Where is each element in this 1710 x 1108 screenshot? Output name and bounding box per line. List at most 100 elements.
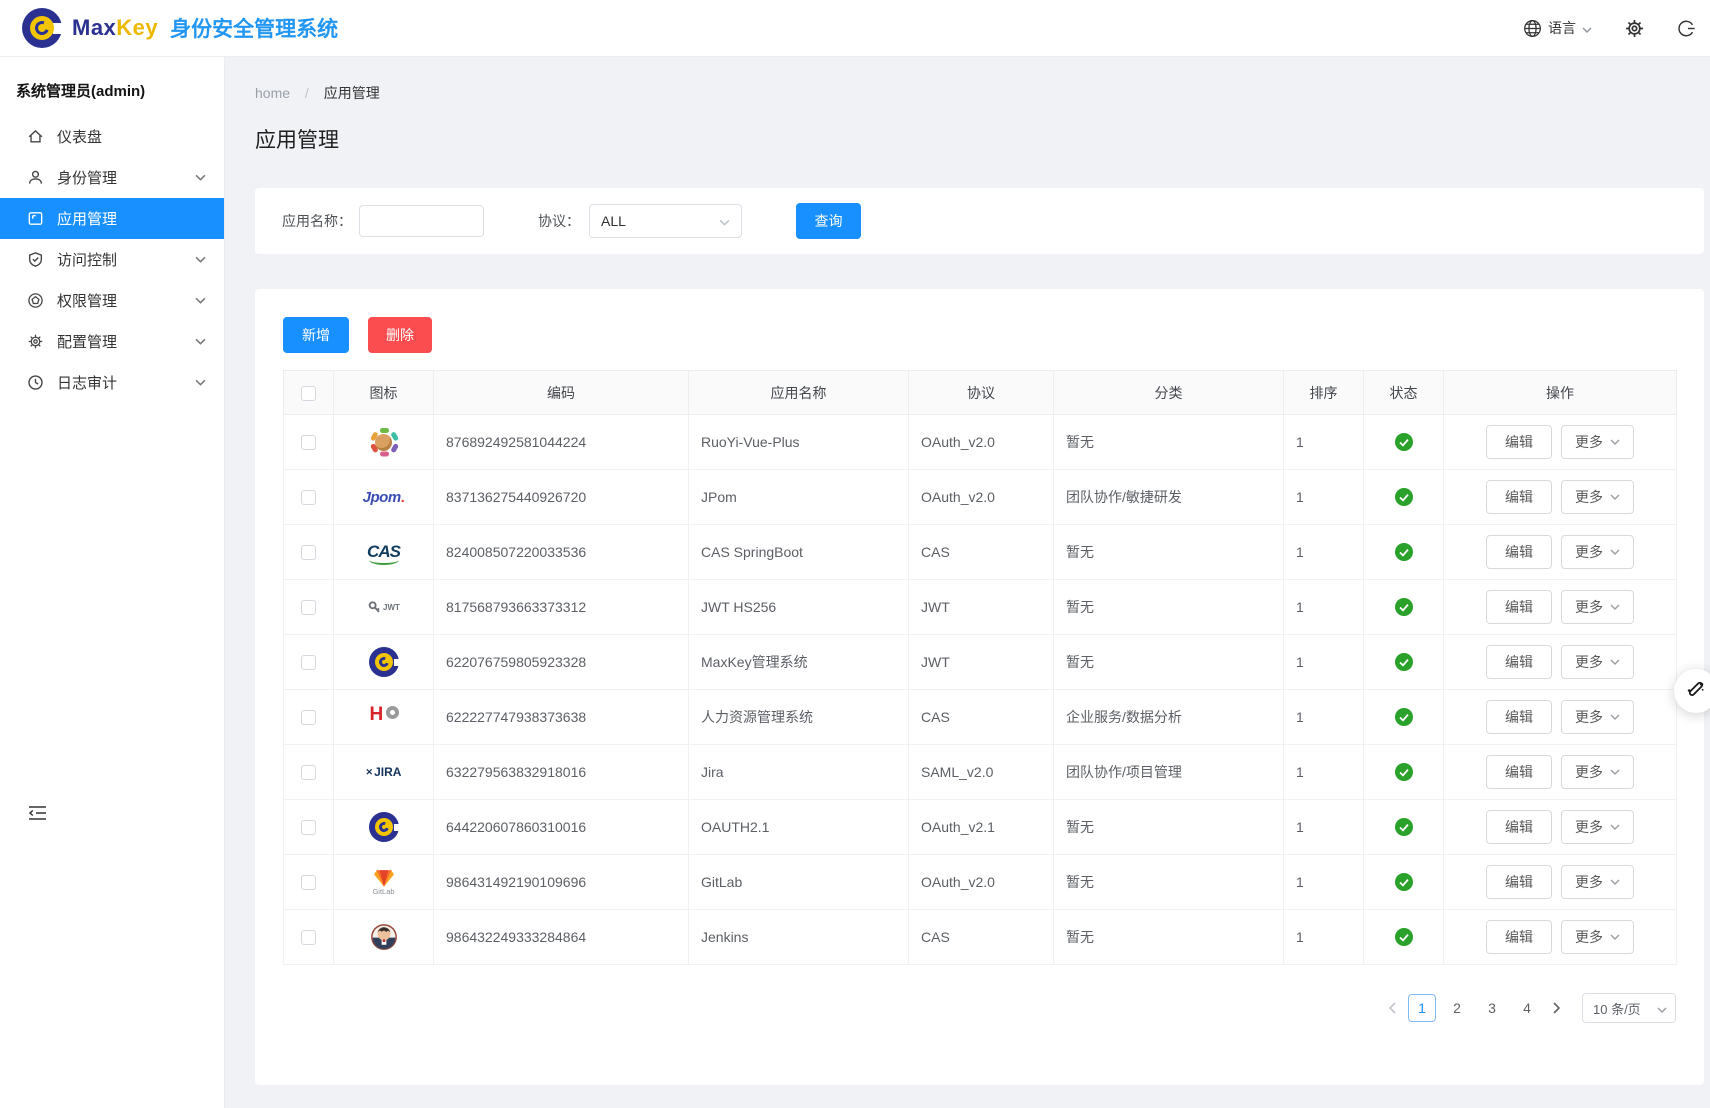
page-number-button[interactable]: 1 (1408, 994, 1436, 1022)
protocol-label: 协议： (538, 211, 580, 231)
row-checkbox[interactable] (301, 600, 316, 615)
next-page-button[interactable] (1548, 1002, 1566, 1014)
row-checkbox[interactable] (301, 655, 316, 670)
prev-page-button[interactable] (1383, 1002, 1401, 1014)
language-label: 语言 (1548, 18, 1576, 38)
app-sort: 1 (1296, 599, 1304, 615)
page-size-select[interactable]: 10 条/页 (1582, 993, 1676, 1023)
more-button[interactable]: 更多 (1561, 645, 1634, 679)
sidebar-item-config[interactable]: 配置管理 (0, 321, 224, 362)
sidebar-item-dashboard[interactable]: 仪表盘 (0, 116, 224, 157)
edit-button[interactable]: 编辑 (1486, 425, 1552, 459)
sidebar-item-permissions[interactable]: 权限管理 (0, 280, 224, 321)
page-number-button[interactable]: 3 (1478, 994, 1506, 1022)
column-header: 协议 (909, 371, 1054, 415)
row-checkbox[interactable] (301, 545, 316, 560)
brand-text-max: Max (72, 15, 116, 41)
main-content: home / 应用管理 应用管理 应用名称： 协议： ALL 查询 新增 删除 … (225, 57, 1710, 1108)
column-header: 排序 (1284, 371, 1364, 415)
sidebar: 系统管理员(admin) 仪表盘身份管理应用管理访问控制权限管理配置管理日志审计 (0, 57, 225, 1108)
table-row: 644220607860310016OAUTH2.1OAuth_v2.1暂无1编… (284, 800, 1677, 855)
delete-button[interactable]: 删除 (368, 317, 432, 353)
more-button[interactable]: 更多 (1561, 425, 1634, 459)
filter-card: 应用名称： 协议： ALL 查询 (255, 188, 1704, 254)
page-number-button[interactable]: 4 (1513, 994, 1541, 1022)
jira-app-icon: ✕JIRA (366, 754, 402, 790)
page-number-button[interactable]: 2 (1443, 994, 1471, 1022)
sidebar-item-label: 权限管理 (57, 290, 195, 311)
sidebar-item-label: 访问控制 (57, 249, 195, 270)
maxkey-logo-icon (22, 8, 62, 48)
edit-button[interactable]: 编辑 (1486, 810, 1552, 844)
add-button[interactable]: 新增 (283, 317, 349, 353)
edit-button[interactable]: 编辑 (1486, 920, 1552, 954)
column-header: 操作 (1444, 371, 1677, 415)
app-category: 企业服务/数据分析 (1066, 709, 1182, 725)
app-protocol: OAuth_v2.1 (921, 819, 995, 835)
edit-button[interactable]: 编辑 (1486, 480, 1552, 514)
row-checkbox[interactable] (301, 710, 316, 725)
app-category: 暂无 (1066, 874, 1094, 890)
history-clock-icon (27, 374, 44, 391)
app-name: Jira (701, 764, 724, 780)
row-checkbox[interactable] (301, 765, 316, 780)
sidebar-item-audit[interactable]: 日志审计 (0, 362, 224, 403)
column-header: 分类 (1054, 371, 1284, 415)
more-button[interactable]: 更多 (1561, 755, 1634, 789)
chevron-down-icon (1582, 20, 1592, 36)
table-row: 876892492581044224RuoYi-Vue-PlusOAuth_v2… (284, 415, 1677, 470)
app-category: 团队协作/敏捷研发 (1066, 489, 1182, 505)
breadcrumb-home-link[interactable]: home (255, 85, 290, 101)
app-sort: 1 (1296, 874, 1304, 890)
chevron-down-icon (1657, 1001, 1667, 1016)
more-button[interactable]: 更多 (1561, 920, 1634, 954)
collapse-sidebar-button[interactable] (28, 805, 47, 821)
select-all-checkbox[interactable] (301, 386, 316, 401)
more-button[interactable]: 更多 (1561, 700, 1634, 734)
jwt-app-icon: JWT (366, 589, 402, 625)
language-menu[interactable]: 语言 (1523, 18, 1592, 38)
row-checkbox[interactable] (301, 435, 316, 450)
table-row: JWT817568793663373312JWT HS256JWT暂无1编辑更多 (284, 580, 1677, 635)
page-title: 应用管理 (255, 124, 1704, 154)
edit-button[interactable]: 编辑 (1486, 590, 1552, 624)
row-checkbox[interactable] (301, 875, 316, 890)
status-enabled-icon (1395, 488, 1413, 506)
edit-button[interactable]: 编辑 (1486, 535, 1552, 569)
logout-icon[interactable] (1677, 19, 1696, 38)
jpom-app-icon: Jpom. (366, 479, 402, 515)
sidebar-item-label: 日志审计 (57, 372, 195, 393)
magic-wand-button[interactable] (1674, 669, 1710, 713)
maxkey-app-icon (366, 809, 402, 845)
edit-button[interactable]: 编辑 (1486, 865, 1552, 899)
edit-button[interactable]: 编辑 (1486, 700, 1552, 734)
app-code: 824008507220033536 (446, 544, 586, 560)
more-button[interactable]: 更多 (1561, 480, 1634, 514)
row-checkbox[interactable] (301, 820, 316, 835)
row-checkbox[interactable] (301, 930, 316, 945)
app-sort: 1 (1296, 929, 1304, 945)
sidebar-user-title: 系统管理员(admin) (0, 57, 224, 116)
sidebar-item-identity[interactable]: 身份管理 (0, 157, 224, 198)
app-name-input[interactable] (359, 205, 484, 237)
edit-button[interactable]: 编辑 (1486, 645, 1552, 679)
sidebar-item-access[interactable]: 访问控制 (0, 239, 224, 280)
more-button[interactable]: 更多 (1561, 535, 1634, 569)
sidebar-item-apps[interactable]: 应用管理 (0, 198, 224, 239)
more-button[interactable]: 更多 (1561, 810, 1634, 844)
edit-button[interactable]: 编辑 (1486, 755, 1552, 789)
settings-gear-icon[interactable] (1624, 18, 1645, 39)
app-category: 暂无 (1066, 599, 1094, 615)
more-button[interactable]: 更多 (1561, 865, 1634, 899)
ruoyi-app-icon (366, 424, 402, 460)
brand-text-key: Key (116, 15, 158, 41)
more-button[interactable]: 更多 (1561, 590, 1634, 624)
chevron-down-icon (195, 174, 206, 181)
table-row: GitLab986431492190109696GitLabOAuth_v2.0… (284, 855, 1677, 910)
row-checkbox[interactable] (301, 490, 316, 505)
breadcrumb-current: 应用管理 (324, 85, 380, 101)
shield-check-icon (27, 251, 44, 268)
user-icon (27, 169, 44, 186)
search-button[interactable]: 查询 (796, 203, 861, 239)
protocol-select[interactable]: ALL (589, 204, 742, 238)
